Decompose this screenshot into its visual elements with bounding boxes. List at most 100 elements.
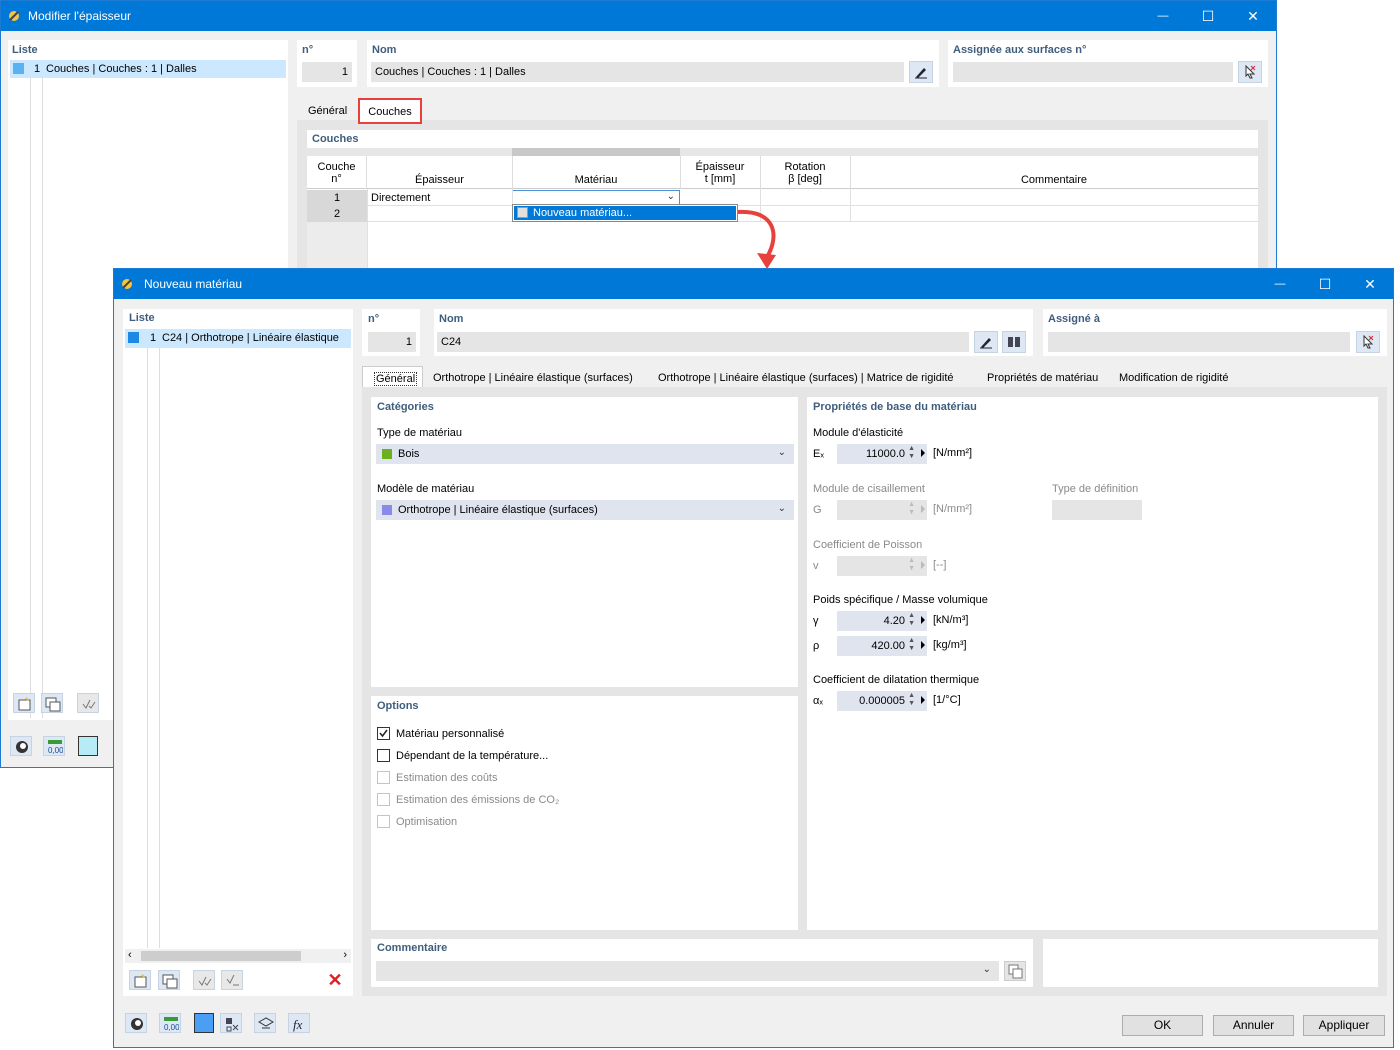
tab-stiffness-matrix[interactable]: Orthotrope | Linéaire élastique (surface…: [658, 372, 954, 384]
formula-icon[interactable]: fx: [288, 1013, 310, 1033]
close-button[interactable]: ✕: [1347, 269, 1393, 299]
close-button[interactable]: ✕: [1230, 1, 1276, 31]
cancel-button[interactable]: Annuler: [1213, 1015, 1294, 1036]
expand-arrow-icon[interactable]: [921, 616, 925, 624]
gamma-value: 4.20: [883, 615, 905, 627]
elasticity-label: Module d'élasticité: [813, 427, 904, 439]
minimize-button[interactable]: —: [1140, 1, 1186, 31]
color-swatch[interactable]: [78, 736, 98, 756]
ok-button[interactable]: OK: [1122, 1015, 1203, 1036]
new-material-option[interactable]: Nouveau matériau...: [514, 206, 736, 220]
custom-material-checkbox[interactable]: [377, 727, 390, 740]
spin-arrows-icon[interactable]: ▲ ▼: [908, 612, 915, 628]
rho-input[interactable]: 420.00 ▲ ▼: [837, 636, 927, 656]
edit-name-icon[interactable]: [909, 61, 933, 83]
library-icon[interactable]: [1002, 331, 1026, 353]
assigned-field[interactable]: [953, 62, 1233, 82]
g-unit: [N/mm²]: [933, 503, 973, 515]
name-field[interactable]: C24: [437, 332, 969, 352]
name-field[interactable]: Couches | Couches : 1 | Dalles: [371, 62, 904, 82]
optimization-checkbox[interactable]: [377, 815, 390, 828]
spin-arrows-icon[interactable]: ▲ ▼: [908, 637, 915, 653]
alpha-input[interactable]: 0.000005 ▲ ▼: [837, 691, 927, 711]
comment-select[interactable]: ⌄: [376, 961, 999, 981]
new-item-button[interactable]: [13, 693, 35, 713]
rho-value: 420.00: [871, 640, 905, 652]
temperature-dependent-checkbox[interactable]: [377, 749, 390, 762]
material-type-select[interactable]: Bois ⌄: [376, 444, 794, 464]
units-icon[interactable]: 0,00: [159, 1013, 181, 1033]
tab-general[interactable]: Général: [308, 105, 347, 117]
shear-modulus-input[interactable]: ▲ ▼: [837, 500, 927, 520]
expand-arrow-icon[interactable]: [921, 449, 925, 457]
apply-button[interactable]: Appliquer: [1303, 1015, 1385, 1036]
material-model-label: Modèle de matériau: [377, 483, 475, 495]
copy-item-button[interactable]: [158, 970, 180, 990]
tree-line: [42, 78, 43, 718]
scroll-thumb[interactable]: [141, 951, 301, 961]
scroll-right-icon[interactable]: ›: [343, 949, 347, 961]
expand-arrow-icon[interactable]: [921, 561, 925, 569]
material-model-select[interactable]: Orthotrope | Linéaire élastique (surface…: [376, 500, 794, 520]
assigned-field[interactable]: [1048, 332, 1350, 352]
edit-name-icon[interactable]: [974, 331, 998, 353]
poisson-input[interactable]: ▲ ▼: [837, 556, 927, 576]
copy-item-button[interactable]: [41, 693, 63, 713]
color-swatch[interactable]: [194, 1013, 214, 1033]
e-symbol: Eₓ: [813, 448, 824, 460]
scroll-left-icon[interactable]: ‹: [128, 949, 132, 961]
maximize-button[interactable]: ☐: [1302, 269, 1348, 299]
list-item[interactable]: 1 Couches | Couches : 1 | Dalles: [10, 60, 286, 78]
spin-arrows-icon[interactable]: ▲ ▼: [908, 692, 915, 708]
chevron-down-icon: ⌄: [777, 503, 786, 514]
definition-type-field[interactable]: [1052, 500, 1142, 520]
uncheck-button[interactable]: [221, 970, 243, 990]
delete-icon[interactable]: ✕: [326, 971, 344, 989]
spin-arrows-icon[interactable]: ▲ ▼: [908, 445, 915, 461]
categories-panel: Catégories Type de matériau Bois ⌄ Modèl…: [371, 397, 798, 687]
alpha-value: 0.000005: [859, 695, 905, 707]
material-type-swatch: [382, 449, 392, 459]
view-icon[interactable]: [254, 1013, 276, 1033]
expand-arrow-icon[interactable]: [921, 505, 925, 513]
search-icon[interactable]: [125, 1013, 147, 1033]
check-all-button[interactable]: [193, 970, 215, 990]
cost-estimation-label: Estimation des coûts: [396, 772, 498, 784]
tab-general[interactable]: Général: [362, 366, 423, 388]
tab-material-properties[interactable]: Propriétés de matériau: [987, 372, 1098, 384]
gamma-input[interactable]: 4.20 ▲ ▼: [837, 611, 927, 631]
expand-arrow-icon[interactable]: [921, 641, 925, 649]
expand-arrow-icon[interactable]: [921, 696, 925, 704]
tree-line: [30, 78, 31, 718]
new-item-button[interactable]: [129, 970, 151, 990]
tab-layers-label: Couches: [368, 106, 412, 118]
tab-orthotropic[interactable]: Orthotrope | Linéaire élastique (surface…: [433, 372, 633, 384]
co2-estimation-checkbox[interactable]: [377, 793, 390, 806]
spin-arrows-icon[interactable]: ▲ ▼: [908, 501, 915, 517]
cost-estimation-checkbox[interactable]: [377, 771, 390, 784]
display-settings-icon[interactable]: [220, 1013, 242, 1033]
thickness-cell[interactable]: Directement: [371, 192, 430, 204]
horizontal-scrollbar[interactable]: ‹ ›: [125, 949, 351, 963]
thermal-label: Coefficient de dilatation thermique: [813, 674, 980, 686]
units-icon[interactable]: 0,00: [43, 736, 65, 756]
comment-copy-icon[interactable]: [1004, 961, 1026, 981]
spin-arrows-icon[interactable]: ▲ ▼: [908, 557, 915, 573]
g-symbol: G: [813, 504, 822, 516]
tab-stiffness-modification[interactable]: Modification de rigidité: [1119, 372, 1228, 384]
maximize-button[interactable]: ☐: [1185, 1, 1231, 31]
number-field[interactable]: 1: [302, 62, 352, 82]
pick-surface-icon[interactable]: [1238, 61, 1262, 83]
pick-object-icon[interactable]: [1356, 331, 1380, 353]
col-comment-header: Commentaire: [1020, 174, 1088, 186]
minimize-button[interactable]: —: [1257, 269, 1303, 299]
table-row[interactable]: 1 Directement ⌄: [307, 190, 1258, 206]
list-item[interactable]: 1 C24 | Orthotrope | Linéaire élastique: [125, 329, 351, 348]
list-label: Liste: [129, 312, 155, 324]
search-icon[interactable]: [10, 736, 32, 756]
tab-layers[interactable]: Couches: [358, 98, 422, 124]
check-all-button[interactable]: [77, 693, 99, 713]
number-field[interactable]: 1: [368, 332, 416, 352]
rho-symbol: ρ: [813, 640, 820, 652]
e-modulus-input[interactable]: 11000.0 ▲ ▼: [837, 444, 927, 464]
